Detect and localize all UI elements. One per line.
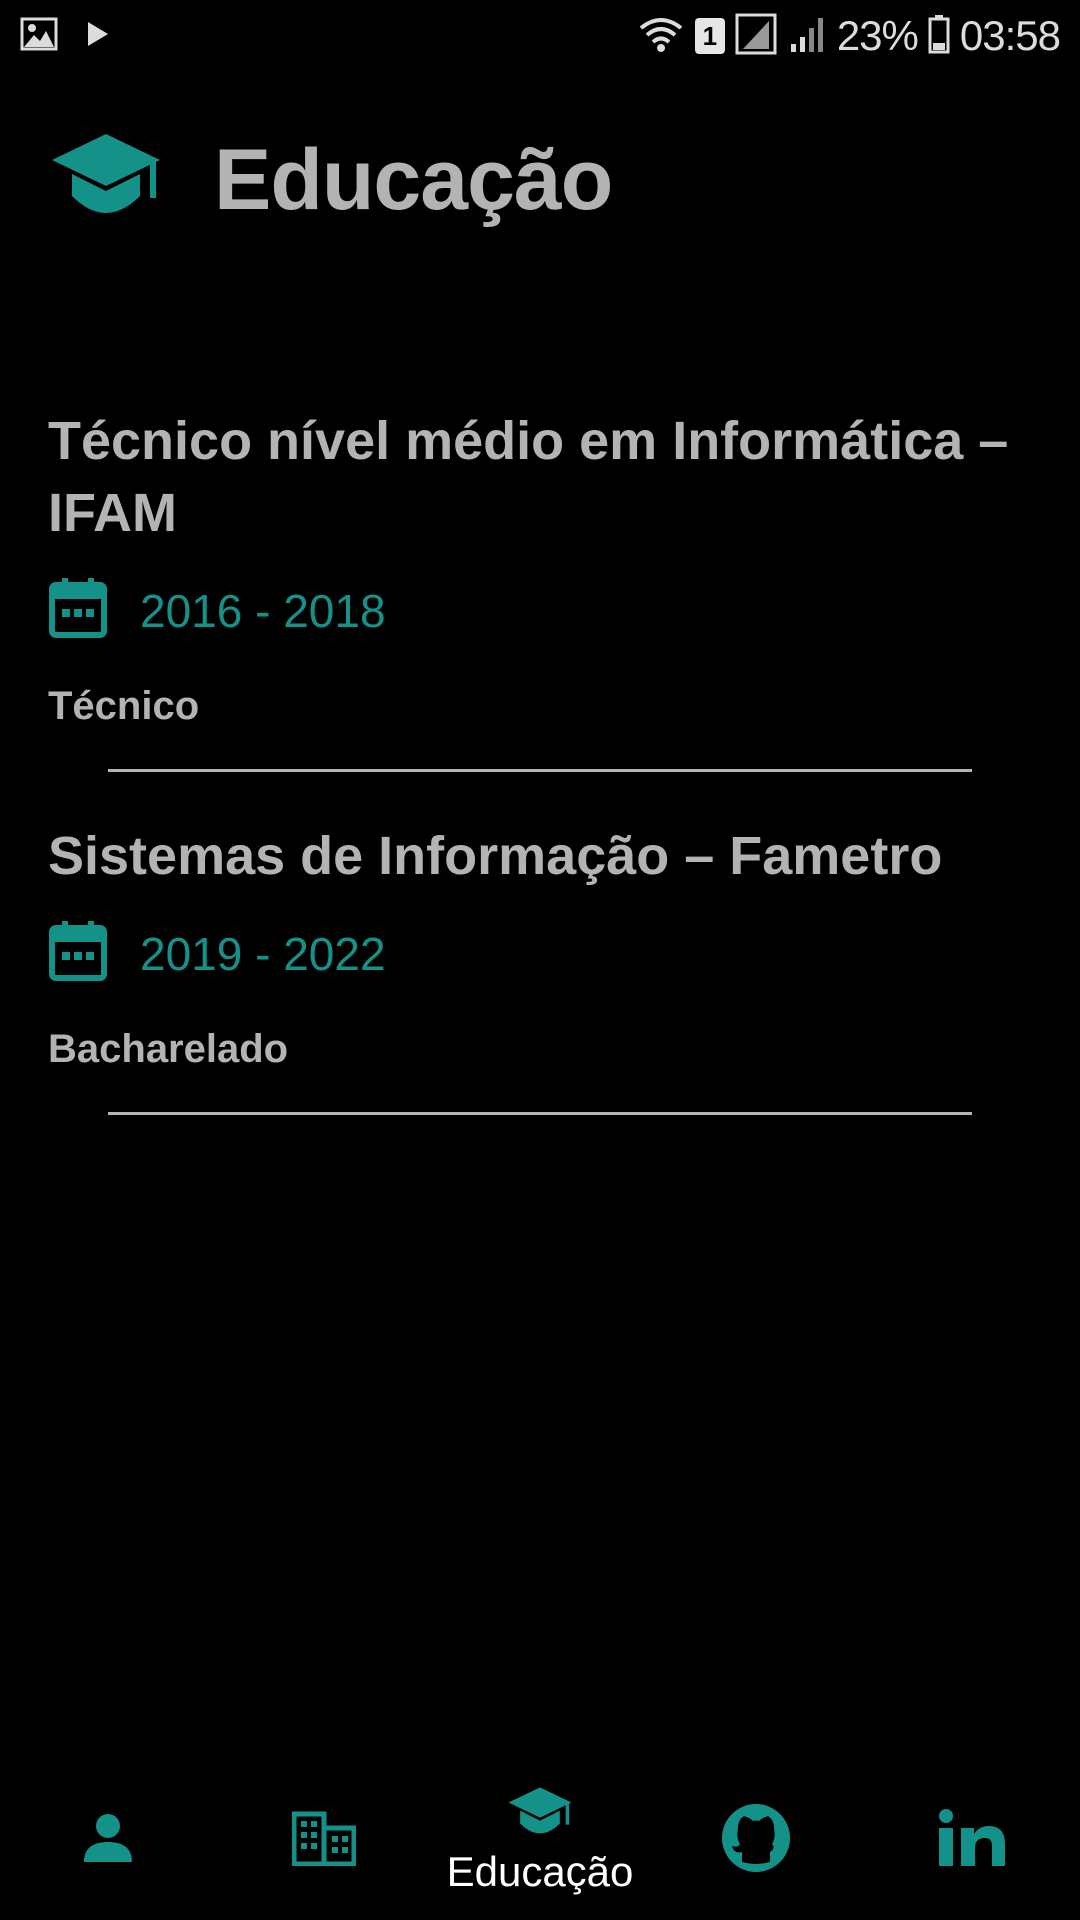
signal-sim2-icon bbox=[787, 14, 827, 59]
linkedin-icon bbox=[937, 1808, 1007, 1873]
sim-slot-badge: 1 bbox=[694, 18, 725, 54]
play-notification-icon bbox=[84, 19, 110, 54]
wifi-icon bbox=[637, 14, 685, 59]
nav-item-education[interactable]: Educação bbox=[447, 1785, 633, 1896]
battery-percent: 23% bbox=[836, 12, 919, 59]
graduation-cap-icon bbox=[50, 130, 162, 231]
education-date-row: 2019 - 2022 bbox=[48, 920, 1038, 987]
education-type: Técnico bbox=[48, 684, 200, 728]
status-bar: 1 23% 03:58 bbox=[0, 0, 1080, 72]
nav-item-experience[interactable] bbox=[234, 1810, 414, 1871]
calendar-icon bbox=[48, 920, 108, 987]
education-title: Técnico nível médio em Informática – IFA… bbox=[48, 411, 1009, 543]
education-date-row: 2016 - 2018 bbox=[48, 577, 1038, 644]
person-icon bbox=[80, 1810, 136, 1871]
nav-label-education: Educação bbox=[446, 1847, 634, 1895]
education-dates: 2016 - 2018 bbox=[140, 584, 386, 637]
nav-item-linkedin[interactable] bbox=[882, 1808, 1062, 1873]
page-title: Educação bbox=[214, 132, 613, 228]
graduation-cap-icon bbox=[506, 1785, 574, 1846]
signal-sim1-icon bbox=[735, 13, 777, 60]
education-type: Bacharelado bbox=[48, 1027, 289, 1071]
education-item: Sistemas de Informação – Fametro 2019 - … bbox=[48, 820, 1038, 1115]
education-list: Técnico nível médio em Informática – IFA… bbox=[48, 405, 1038, 1163]
nav-item-github[interactable] bbox=[666, 1802, 846, 1879]
divider bbox=[108, 769, 972, 772]
bottom-navigation: Educação bbox=[0, 1760, 1080, 1920]
gallery-notification-icon bbox=[20, 17, 58, 56]
page-header: Educação bbox=[50, 130, 613, 231]
calendar-icon bbox=[48, 577, 108, 644]
education-title: Sistemas de Informação – Fametro bbox=[48, 826, 943, 886]
education-item: Técnico nível médio em Informática – IFA… bbox=[48, 405, 1038, 772]
divider bbox=[108, 1112, 972, 1115]
nav-item-profile[interactable] bbox=[18, 1810, 198, 1871]
clock: 03:58 bbox=[959, 12, 1061, 59]
education-dates: 2019 - 2022 bbox=[140, 927, 386, 980]
battery-icon bbox=[928, 14, 950, 59]
github-icon bbox=[720, 1802, 792, 1879]
building-icon bbox=[291, 1810, 357, 1871]
